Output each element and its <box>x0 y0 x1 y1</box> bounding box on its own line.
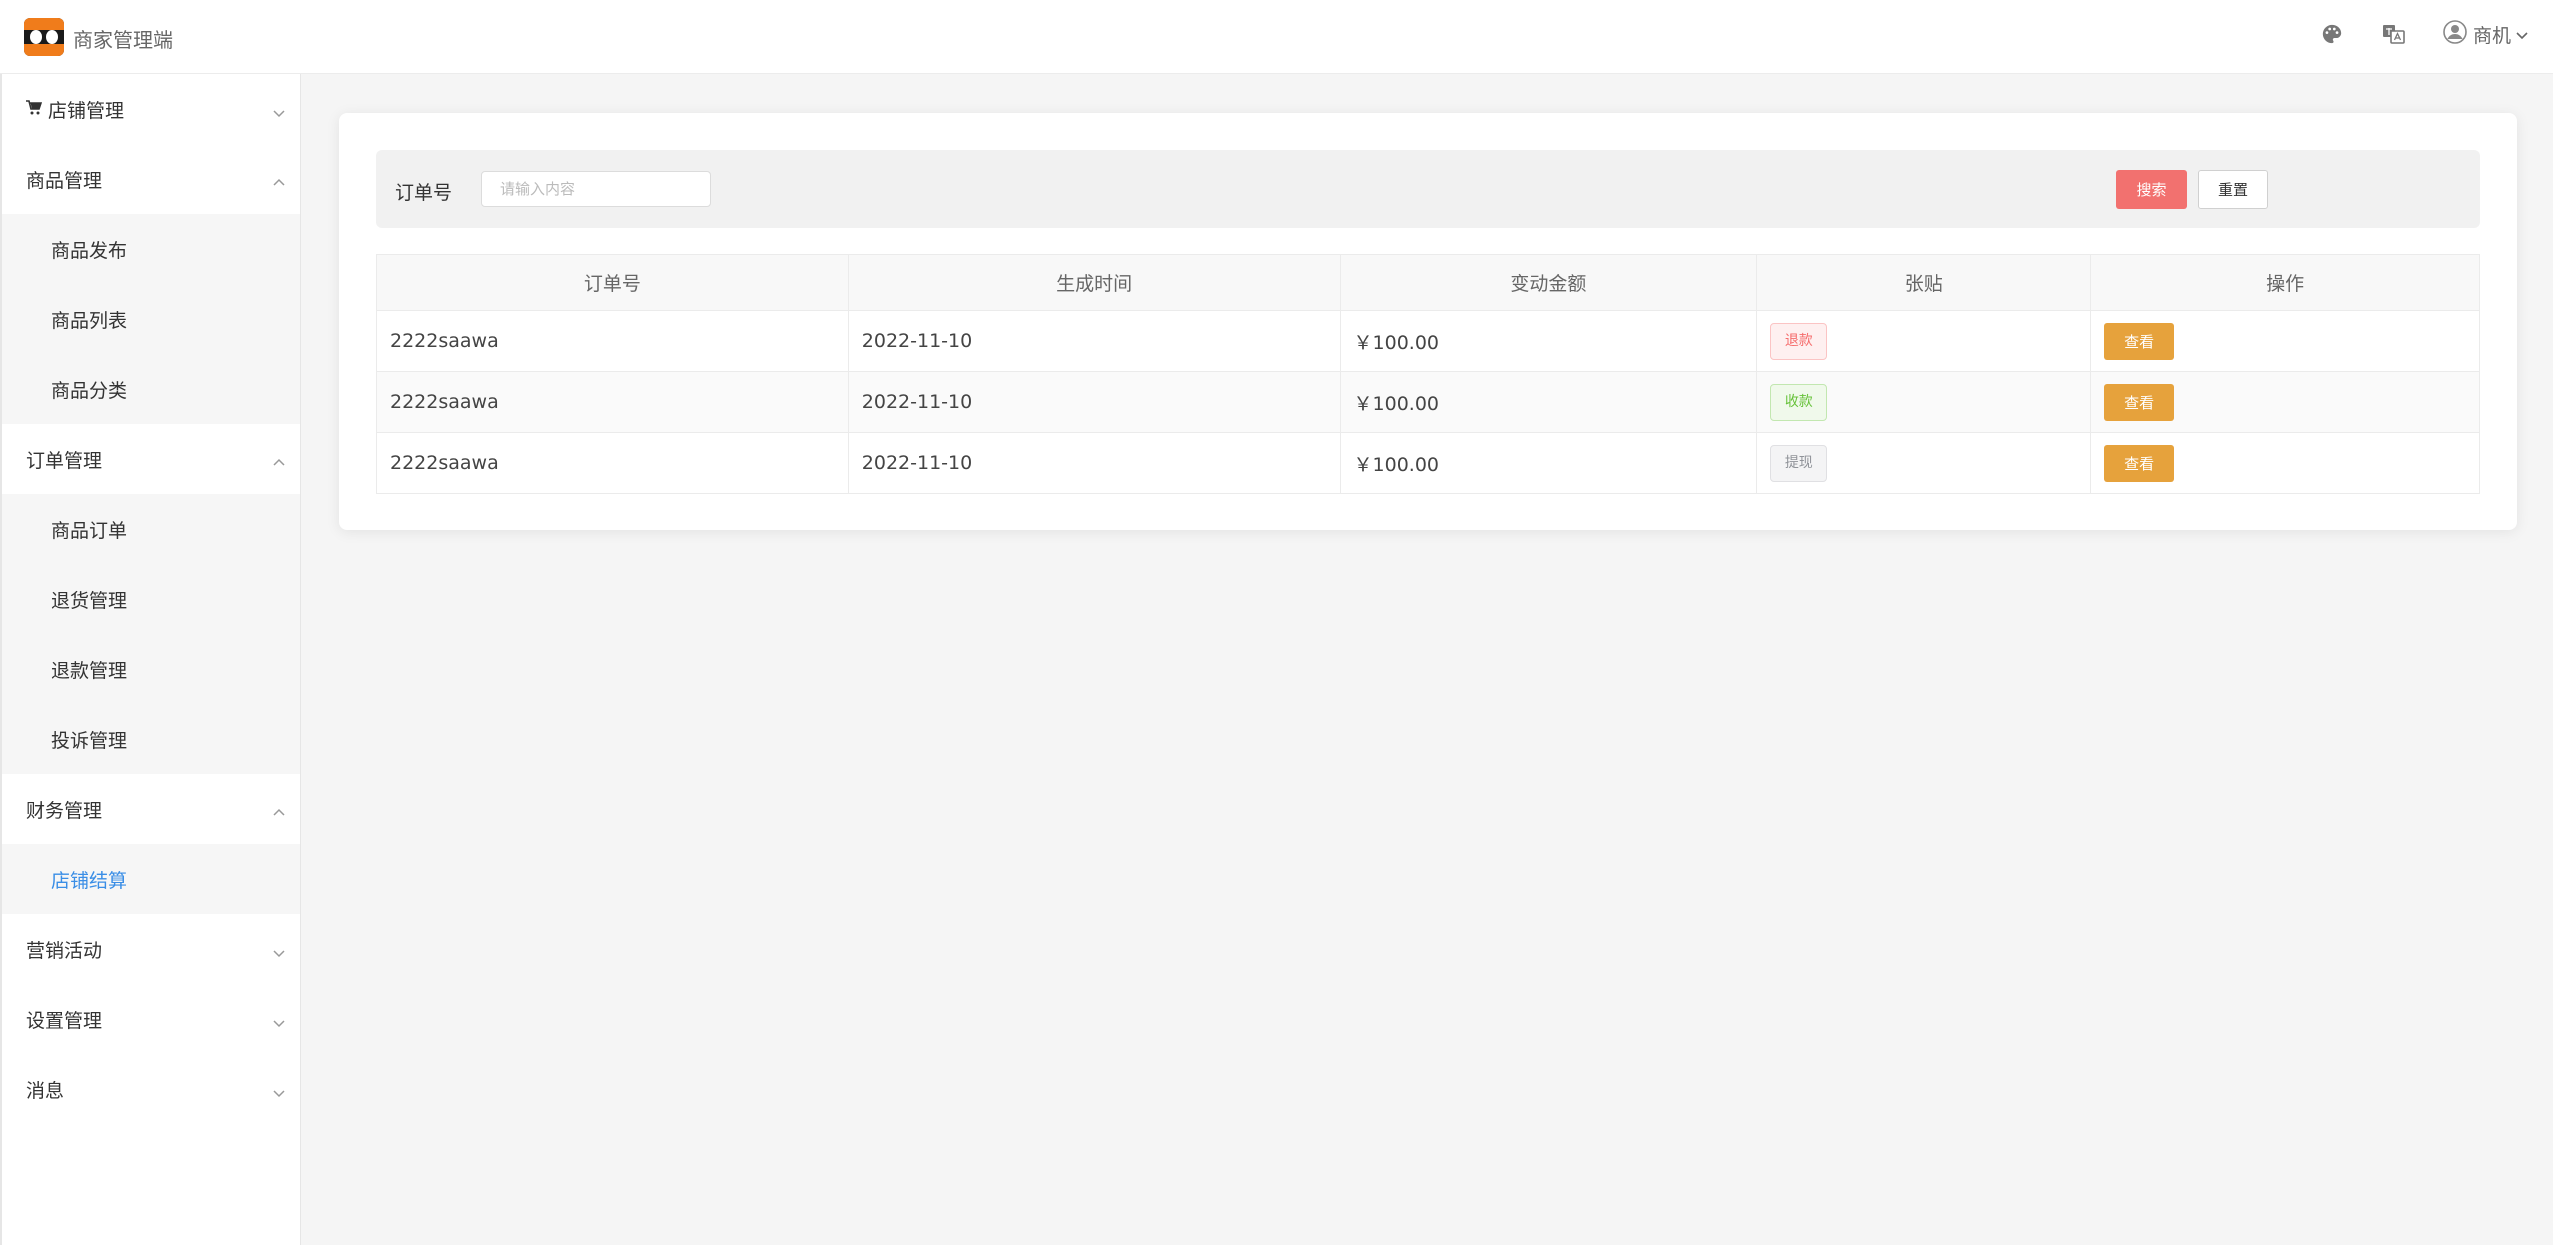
top-header: 商家管理端 商机 <box>0 0 2553 74</box>
order-number-cell: 2222saawa <box>376 432 849 494</box>
menu-group-products[interactable]: 商品管理 <box>2 144 300 214</box>
status-badge: 退款 <box>1770 322 1828 360</box>
chevron-down-icon <box>272 1081 286 1103</box>
column-header: 操作 <box>2090 254 2480 311</box>
column-header: 订单号 <box>376 254 849 311</box>
chevron-up-icon <box>272 801 286 823</box>
sidebar-menu: 店铺管理 商品管理 商品发布 商品列表 商品分类 订单管理 商品订单 退货管理 … <box>0 74 301 1245</box>
cart-icon <box>26 98 43 120</box>
tag-cell: 提现 <box>1756 432 2092 494</box>
search-label: 订单号 <box>395 182 453 204</box>
view-button[interactable]: 查看 <box>2104 322 2175 360</box>
menu-group-label: 店铺管理 <box>48 99 125 122</box>
action-cell: 查看 <box>2090 310 2480 372</box>
column-header: 变动金额 <box>1339 254 1758 311</box>
menu-group-label: 营销活动 <box>26 939 103 962</box>
table-row: 2222saawa 2022-11-10 ￥100.00 提现 查看 <box>376 432 2480 494</box>
amount-cell: ￥100.00 <box>1339 371 1758 433</box>
menu-item-product-category[interactable]: 商品分类 <box>2 354 300 424</box>
menu-item-product-orders[interactable]: 商品订单 <box>2 494 300 564</box>
time-cell: 2022-11-10 <box>847 432 1341 494</box>
menu-group-messages[interactable]: 消息 <box>2 1054 300 1124</box>
action-cell: 查看 <box>2090 432 2480 494</box>
user-menu[interactable]: 商机 <box>2443 20 2529 48</box>
tag-cell: 退款 <box>1756 310 2092 372</box>
header-actions: 商机 <box>2283 20 2529 48</box>
order-number-input[interactable] <box>481 171 711 207</box>
column-header: 张贴 <box>1756 254 2092 311</box>
menu-item-store-settlement[interactable]: 店铺结算 <box>2 844 300 914</box>
order-number-cell: 2222saawa <box>376 371 849 433</box>
column-header: 生成时间 <box>847 254 1341 311</box>
menu-group-label: 消息 <box>26 1079 65 1102</box>
chevron-up-icon <box>272 171 286 193</box>
menu-group-label: 设置管理 <box>26 1009 103 1032</box>
tag-cell: 收款 <box>1756 371 2092 433</box>
menu-item-product-publish[interactable]: 商品发布 <box>2 214 300 284</box>
chevron-down-icon <box>272 1011 286 1033</box>
app-title: 商家管理端 <box>73 28 173 52</box>
menu-group-label: 订单管理 <box>26 449 103 472</box>
palette-icon[interactable] <box>2319 21 2345 47</box>
menu-item-complaints[interactable]: 投诉管理 <box>2 704 300 774</box>
search-bar: 订单号 搜索 重置 <box>376 150 2480 228</box>
amount-cell: ￥100.00 <box>1339 310 1758 372</box>
amount-cell: ￥100.00 <box>1339 432 1758 494</box>
menu-group-store[interactable]: 店铺管理 <box>2 74 300 144</box>
menu-group-marketing[interactable]: 营销活动 <box>2 914 300 984</box>
search-button[interactable]: 搜索 <box>2116 170 2187 209</box>
translate-icon[interactable] <box>2381 21 2407 47</box>
order-number-cell: 2222saawa <box>376 310 849 372</box>
chevron-down-icon <box>2515 25 2529 44</box>
menu-group-label: 商品管理 <box>26 169 103 192</box>
menu-group-label: 财务管理 <box>26 799 103 822</box>
chevron-down-icon <box>272 101 286 123</box>
menu-group-finance[interactable]: 财务管理 <box>2 774 300 844</box>
user-name: 商机 <box>2472 24 2511 47</box>
view-button[interactable]: 查看 <box>2104 383 2175 421</box>
app-logo[interactable] <box>24 18 64 56</box>
chevron-down-icon <box>272 941 286 963</box>
action-cell: 查看 <box>2090 371 2480 433</box>
user-avatar-icon <box>2443 20 2467 48</box>
menu-group-orders[interactable]: 订单管理 <box>2 424 300 494</box>
table-header-row: 订单号 生成时间 变动金额 张贴 操作 <box>376 254 2480 311</box>
menu-item-product-list[interactable]: 商品列表 <box>2 284 300 354</box>
settlement-card: 订单号 搜索 重置 订单号 生成时间 变动金额 张贴 操作 2222saawa … <box>339 113 2517 530</box>
chevron-up-icon <box>272 451 286 473</box>
table-row: 2222saawa 2022-11-10 ￥100.00 收款 查看 <box>376 371 2480 433</box>
view-button[interactable]: 查看 <box>2104 444 2175 482</box>
time-cell: 2022-11-10 <box>847 310 1341 372</box>
menu-item-refunds[interactable]: 退款管理 <box>2 634 300 704</box>
settlement-table: 订单号 生成时间 变动金额 张贴 操作 2222saawa 2022-11-10… <box>376 254 2480 494</box>
status-badge: 收款 <box>1770 383 1828 421</box>
table-row: 2222saawa 2022-11-10 ￥100.00 退款 查看 <box>376 310 2480 372</box>
reset-button[interactable]: 重置 <box>2198 170 2268 209</box>
menu-group-settings[interactable]: 设置管理 <box>2 984 300 1054</box>
menu-item-returns[interactable]: 退货管理 <box>2 564 300 634</box>
status-badge: 提现 <box>1770 444 1828 482</box>
time-cell: 2022-11-10 <box>847 371 1341 433</box>
